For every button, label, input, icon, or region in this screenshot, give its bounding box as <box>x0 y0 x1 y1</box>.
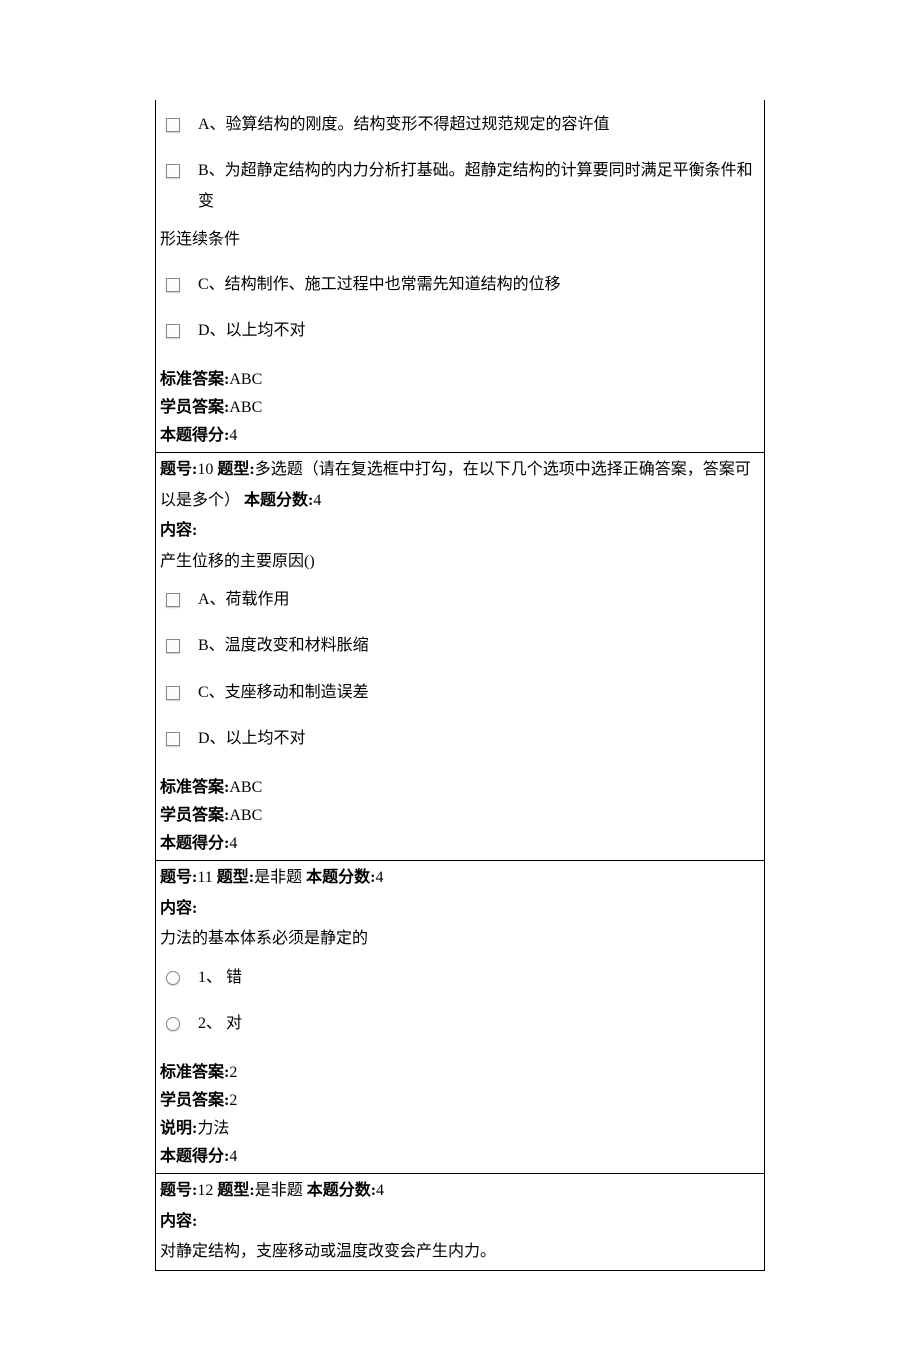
standard-answer-row: 标准答案:2 <box>160 1059 760 1087</box>
q10-header: 题号:10 题型:多选题（请在复选框中打勾，在以下几个选项中选择正确答案，答案可 <box>158 455 762 485</box>
label: 说明: <box>160 1120 197 1137</box>
type-label: 题型: <box>213 1182 254 1199</box>
points-value: 4 <box>375 869 383 886</box>
standard-answer-row: 标准答案:ABC <box>160 366 760 394</box>
option-text: A、验算结构的刚度。结构变形不得超过规范规定的容许值 <box>198 110 762 140</box>
type-value-cont: 以是多个） <box>160 492 240 509</box>
student-answer-row: 学员答案:2 <box>160 1087 760 1115</box>
exam-table: A、验算结构的刚度。结构变形不得超过规范规定的容许值 B、为超静定结构的内力分析… <box>155 100 765 1271</box>
q9-option-a[interactable]: A、验算结构的刚度。结构变形不得超过规范规定的容许值 <box>158 102 762 148</box>
content-label: 内容: <box>158 1207 762 1237</box>
score-row: 本题得分:4 <box>160 1143 760 1171</box>
q11-option-1[interactable]: 1、 错 <box>158 955 762 1001</box>
q11-header: 题号:11 题型:是非题 本题分数:4 <box>158 863 762 893</box>
q10-option-b[interactable]: B、温度改变和材料胀缩 <box>158 623 762 669</box>
q11-content: 力法的基本体系必须是静定的 <box>158 924 762 954</box>
q10-content: 产生位移的主要原因() <box>158 547 762 577</box>
q9-option-d[interactable]: D、以上均不对 <box>158 308 762 354</box>
num-label: 题号: <box>160 461 197 478</box>
label: 标准答案: <box>160 371 229 388</box>
value: 4 <box>229 1148 237 1165</box>
option-text: B、为超静定结构的内力分析打基础。超静定结构的计算要同时满足平衡条件和变 <box>198 156 762 217</box>
q9-options: A、验算结构的刚度。结构变形不得超过规范规定的容许值 B、为超静定结构的内力分析… <box>156 100 764 452</box>
option-text: D、以上均不对 <box>198 316 762 346</box>
num-value: 10 <box>197 461 213 478</box>
q11-answers: 标准答案:2 学员答案:2 说明:力法 本题得分:4 <box>158 1059 762 1171</box>
content-label: 内容: <box>158 894 762 924</box>
value: ABC <box>229 371 262 388</box>
q9-option-b[interactable]: B、为超静定结构的内力分析打基础。超静定结构的计算要同时满足平衡条件和变 <box>158 148 762 225</box>
q12-block: 题号:12 题型:是非题 本题分数:4 内容: 对静定结构，支座移动或温度改变会… <box>156 1174 764 1269</box>
checkbox-icon[interactable] <box>166 639 180 653</box>
option-text: A、荷载作用 <box>198 585 762 615</box>
value: 4 <box>229 835 237 852</box>
q9-answers: 标准答案:ABC 学员答案:ABC 本题得分:4 <box>158 366 762 450</box>
option-text-continuation: 形连续条件 <box>158 225 762 261</box>
standard-answer-row: 标准答案:ABC <box>160 774 760 802</box>
label: 标准答案: <box>160 1064 229 1081</box>
type-value: 多选题（请在复选框中打勾，在以下几个选项中选择正确答案，答案可 <box>255 461 751 478</box>
value: ABC <box>229 807 262 824</box>
num-label: 题号: <box>160 1182 197 1199</box>
label: 学员答案: <box>160 807 229 824</box>
points-label: 本题分数: <box>303 1182 376 1199</box>
q10-option-c[interactable]: C、支座移动和制造误差 <box>158 670 762 716</box>
note-row: 说明:力法 <box>160 1115 760 1143</box>
type-label: 题型: <box>213 869 254 886</box>
student-answer-row: 学员答案:ABC <box>160 802 760 830</box>
label: 本题得分: <box>160 835 229 852</box>
label: 学员答案: <box>160 1092 229 1109</box>
option-text: C、结构制作、施工过程中也常需先知道结构的位移 <box>198 270 762 300</box>
radio-icon[interactable] <box>166 1017 180 1031</box>
checkbox-icon[interactable] <box>166 118 180 132</box>
points-label: 本题分数: <box>302 869 375 886</box>
q10-option-d[interactable]: D、以上均不对 <box>158 716 762 762</box>
checkbox-icon[interactable] <box>166 278 180 292</box>
label: 本题得分: <box>160 427 229 444</box>
type-value: 是非题 <box>255 1182 303 1199</box>
checkbox-icon[interactable] <box>166 164 180 178</box>
option-text: D、以上均不对 <box>198 724 762 754</box>
num-value: 11 <box>197 869 212 886</box>
points-value: 4 <box>313 492 321 509</box>
checkbox-icon[interactable] <box>166 732 180 746</box>
page-container: A、验算结构的刚度。结构变形不得超过规范规定的容许值 B、为超静定结构的内力分析… <box>0 0 920 1351</box>
q10-answers: 标准答案:ABC 学员答案:ABC 本题得分:4 <box>158 774 762 858</box>
value: 4 <box>229 427 237 444</box>
option-text: B、温度改变和材料胀缩 <box>198 631 762 661</box>
checkbox-icon[interactable] <box>166 324 180 338</box>
points-value: 4 <box>376 1182 384 1199</box>
q10-header-line2: 以是多个） 本题分数:4 <box>158 486 762 516</box>
q12-header: 题号:12 题型:是非题 本题分数:4 <box>158 1176 762 1206</box>
value: 2 <box>229 1092 237 1109</box>
score-row: 本题得分:4 <box>160 830 760 858</box>
radio-icon[interactable] <box>166 971 180 985</box>
points-label: 本题分数: <box>240 492 313 509</box>
score-row: 本题得分:4 <box>160 422 760 450</box>
type-value: 是非题 <box>254 869 302 886</box>
q10-block: 题号:10 题型:多选题（请在复选框中打勾，在以下几个选项中选择正确答案，答案可… <box>156 453 764 860</box>
q9-option-c[interactable]: C、结构制作、施工过程中也常需先知道结构的位移 <box>158 262 762 308</box>
q11-option-2[interactable]: 2、 对 <box>158 1001 762 1047</box>
label: 本题得分: <box>160 1148 229 1165</box>
label: 标准答案: <box>160 779 229 796</box>
value: ABC <box>229 779 262 796</box>
num-value: 12 <box>197 1182 213 1199</box>
q10-option-a[interactable]: A、荷载作用 <box>158 577 762 623</box>
q11-block: 题号:11 题型:是非题 本题分数:4 内容: 力法的基本体系必须是静定的 1、… <box>156 861 764 1173</box>
option-text: C、支座移动和制造误差 <box>198 678 762 708</box>
value: 力法 <box>197 1120 229 1137</box>
checkbox-icon[interactable] <box>166 593 180 607</box>
value: 2 <box>229 1064 237 1081</box>
type-label: 题型: <box>213 461 254 478</box>
value: ABC <box>229 399 262 416</box>
q12-content: 对静定结构，支座移动或温度改变会产生内力。 <box>158 1237 762 1267</box>
checkbox-icon[interactable] <box>166 686 180 700</box>
label: 学员答案: <box>160 399 229 416</box>
student-answer-row: 学员答案:ABC <box>160 394 760 422</box>
content-label: 内容: <box>158 516 762 546</box>
option-text: 1、 错 <box>198 963 762 993</box>
option-text: 2、 对 <box>198 1009 762 1039</box>
num-label: 题号: <box>160 869 197 886</box>
